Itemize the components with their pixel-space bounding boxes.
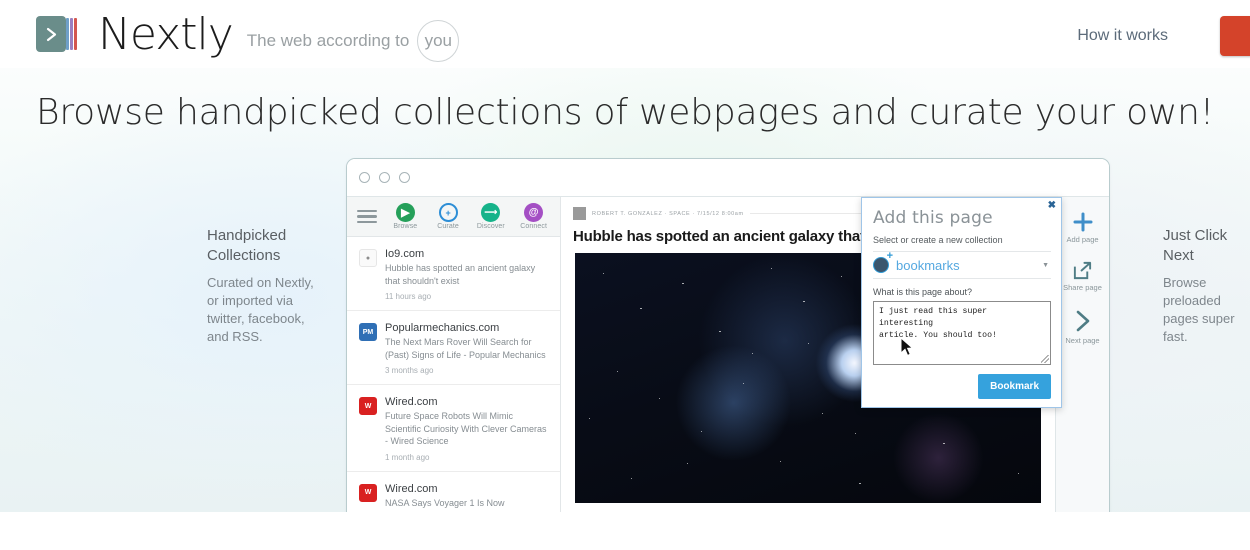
collection-name: bookmarks [896,257,960,273]
window-minimize-dot[interactable] [379,172,390,183]
toolbar-item-connect[interactable]: @ Connect [513,203,554,230]
popularmechanics-favicon: PM [359,323,377,341]
chevron-right-icon [1076,310,1089,332]
rail-item-share-page[interactable]: Share page [1056,260,1110,292]
toolbar-label-discover: Discover [476,223,505,230]
browse-icon: ▶ [395,203,415,222]
resize-handle[interactable] [1041,355,1049,363]
feature-right-body: Browse preloaded pages super fast. [1163,275,1235,344]
app-left-column: ▶ Browse + Curate ⟶ Discover @ Connect ●… [347,197,561,512]
byline-text: ROBERT T. GONZALEZ · SPACE · 7/15/12 8:0… [592,210,744,217]
feed-time: 3 months ago [385,366,434,375]
tagline-prefix: The web according to [246,31,410,50]
rail-label-add-page: Add page [1066,235,1099,244]
window-zoom-dot[interactable] [399,172,410,183]
page-bottom-clip [0,512,1250,550]
feature-left-title: Handpicked Collections [207,227,287,264]
dialog-subtitle: Select or create a new collection [873,235,1003,245]
list-item[interactable]: W Wired.com Future Space Robots Will Mim… [347,385,560,472]
dialog-title: Add this page [873,208,993,228]
site-header: Nextly The web according to you How it w… [0,0,1250,68]
feed-time: 1 month ago [385,452,430,462]
share-external-icon [1073,261,1092,280]
collection-select[interactable]: bookmarks ▼ [873,251,1051,279]
feature-just-click-next: Just Click Next Browse preloaded pages s… [1163,226,1250,346]
feature-right-title: Just Click Next [1163,227,1228,264]
feed-title: The Next Mars Rover Will Search for (Pas… [385,337,546,360]
page-actions-rail: Add page Share page Next page [1055,197,1109,512]
browser-titlebar [347,159,1109,197]
collection-add-icon [873,251,893,273]
io9-favicon: ● [359,249,377,267]
hamburger-menu-icon[interactable] [357,207,377,227]
app-toolbar: ▶ Browse + Curate ⟶ Discover @ Connect [347,197,560,237]
feed-site: Io9.com [385,248,425,260]
wired-favicon: W [359,397,377,415]
note-label: What is this page about? [873,287,973,297]
rail-item-next-page[interactable]: Next page [1056,308,1110,345]
nav-how-it-works[interactable]: How it works [1077,27,1168,45]
brand-lockup[interactable]: Nextly The web according to you [36,6,460,62]
curate-icon: + [438,203,458,222]
page-title: Browse handpicked collections of webpage… [35,92,1215,133]
feed-title: Future Space Robots Will Mimic Scientifi… [385,411,547,446]
rail-label-share-page: Share page [1063,283,1102,292]
connect-icon: @ [524,203,544,222]
feed-time: 11 hours ago [385,292,432,301]
window-close-dot[interactable] [359,172,370,183]
list-item[interactable]: W Wired.com NASA Says Voyager 1 Is Now [347,472,560,513]
mouse-pointer-icon [900,337,914,357]
chevron-right-icon [36,16,66,52]
toolbar-label-curate: Curate [437,223,459,230]
author-avatar [573,207,586,220]
add-this-page-dialog: ✖ Add this page Select or create a new c… [861,197,1062,408]
feature-left-body: Curated on Nextly, or imported via twitt… [207,275,314,344]
rail-label-next-page: Next page [1065,336,1100,345]
toolbar-label-browse: Browse [393,223,418,230]
toolbar-item-discover[interactable]: ⟶ Discover [470,203,511,230]
toolbar-item-browse[interactable]: ▶ Browse [385,203,426,230]
wired-favicon: W [359,483,377,502]
note-field-wrapper: I just read this super interesting artic… [873,301,1051,365]
rail-item-add-page[interactable]: Add page [1056,211,1110,244]
feed-site: Wired.com [385,482,438,495]
feed-site: Popularmechanics.com [385,322,500,334]
feed-title: NASA Says Voyager 1 Is Now [385,497,505,508]
toolbar-label-connect: Connect [520,223,547,230]
list-item[interactable]: PM Popularmechanics.com The Next Mars Ro… [347,311,560,385]
feed-list: ● Io9.com Hubble has spotted an ancient … [347,237,560,512]
discover-icon: ⟶ [481,203,501,222]
tagline: The web according to you [247,20,460,62]
signup-button[interactable] [1220,16,1250,56]
bookmark-button[interactable]: Bookmark [978,374,1051,399]
close-icon[interactable]: ✖ [1048,201,1056,211]
feature-handpicked-collections: Handpicked Collections Curated on Nextly… [207,226,323,346]
tagline-you-badge: you [417,20,460,62]
brand-name: Nextly [98,9,234,60]
feed-title: Hubble has spotted an ancient galaxy tha… [385,263,536,286]
logo[interactable] [36,13,88,55]
plus-icon [1073,212,1092,232]
toolbar-item-curate[interactable]: + Curate [428,203,469,230]
feed-site: Wired.com [385,396,438,408]
chevron-down-icon[interactable]: ▼ [1042,262,1049,269]
list-item[interactable]: ● Io9.com Hubble has spotted an ancient … [347,237,560,311]
